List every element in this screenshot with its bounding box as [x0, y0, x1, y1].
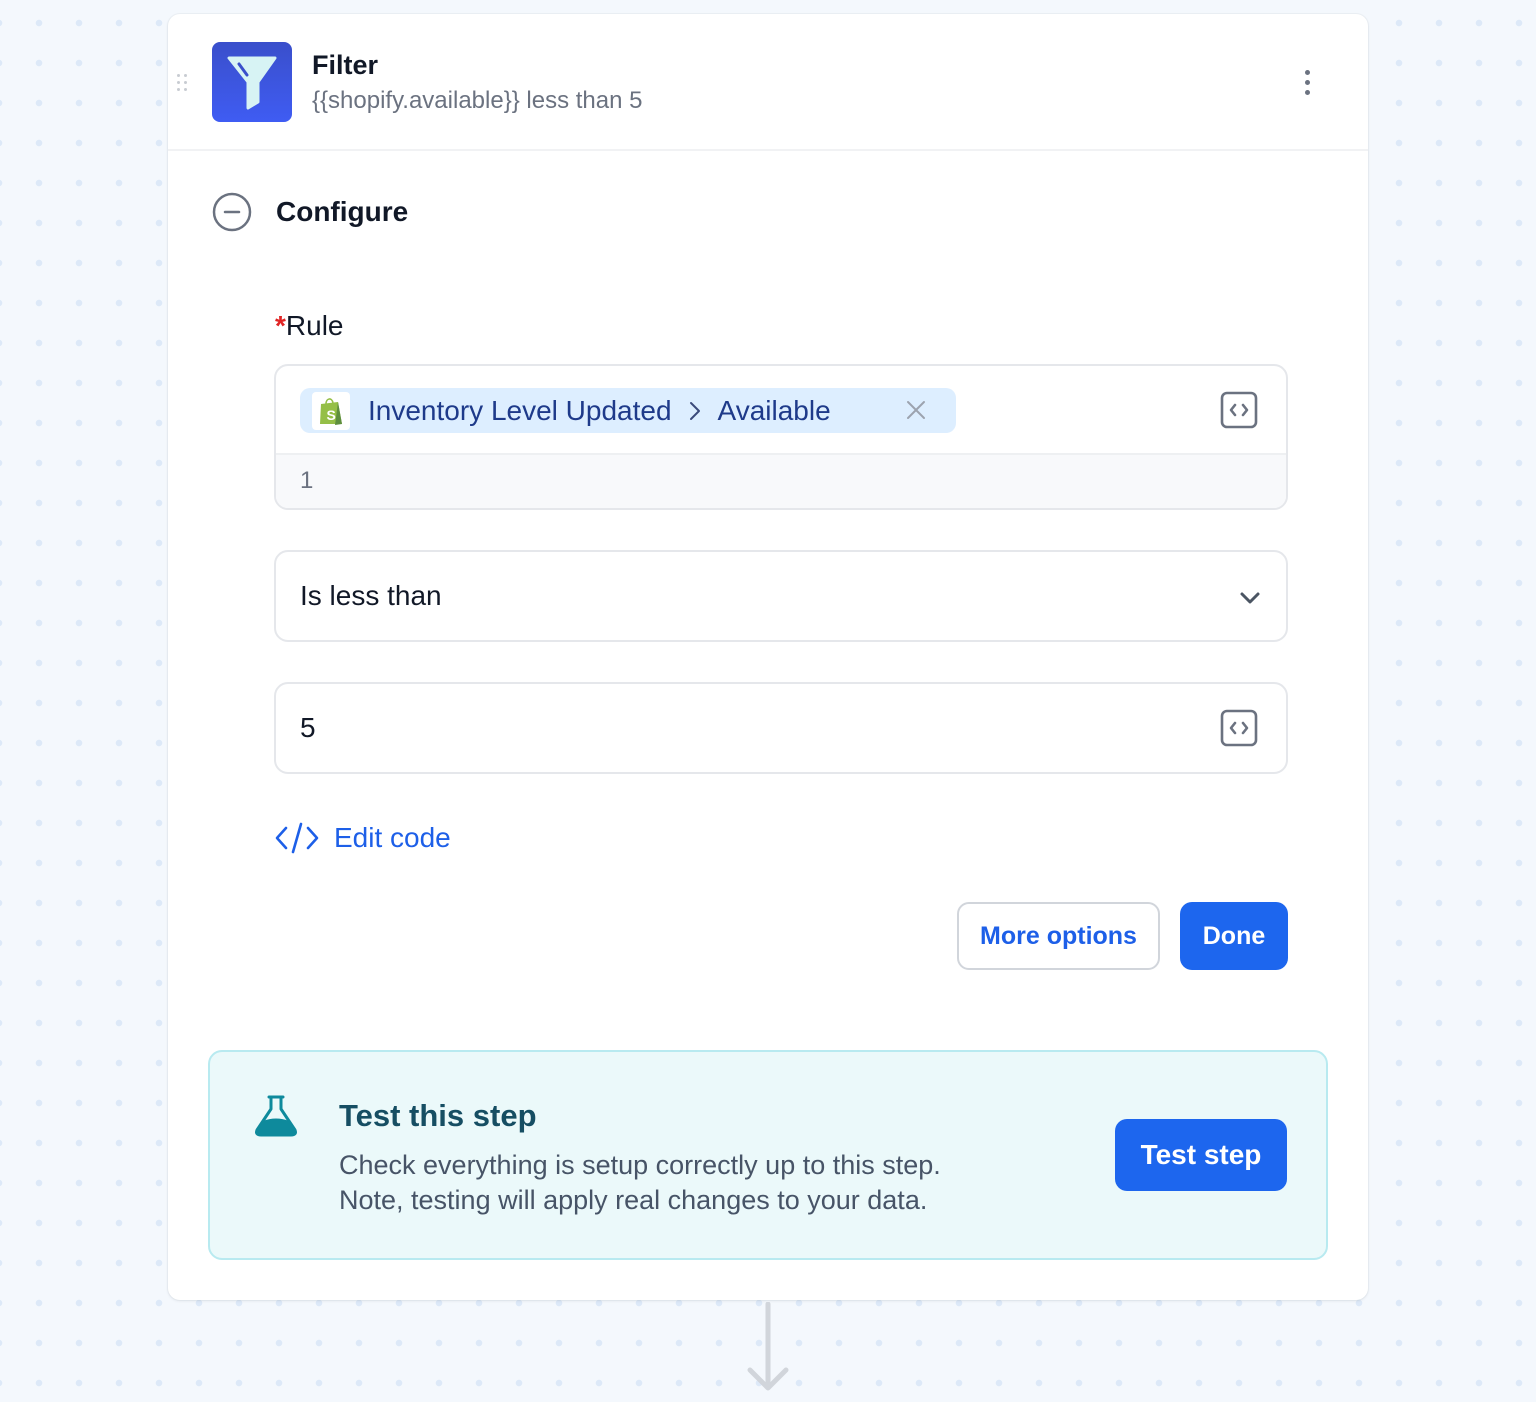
svg-text:S: S — [327, 407, 336, 423]
step-summary: {{shopify.available}} less than 5 — [312, 87, 643, 114]
done-button[interactable]: Done — [1180, 902, 1288, 970]
flask-icon — [255, 1095, 297, 1137]
compare-value: 5 — [300, 712, 316, 743]
test-step-button[interactable]: Test step — [1115, 1119, 1287, 1191]
filter-funnel-icon — [227, 56, 277, 110]
shopify-bag-icon: S — [312, 391, 350, 430]
remove-variable-close-icon[interactable] — [904, 398, 928, 422]
operator-selected: Is less than — [300, 580, 442, 611]
code-toggle-icon[interactable] — [1220, 709, 1258, 747]
flow-connector-arrow-icon — [747, 1302, 789, 1391]
rule-preview-value: 1 — [276, 455, 1286, 508]
more-menu-icon[interactable] — [1292, 64, 1322, 100]
chevron-down-icon — [1240, 592, 1260, 604]
filter-app-icon — [212, 42, 292, 122]
pill-field: Available — [717, 394, 831, 426]
code-brackets-icon — [275, 822, 319, 854]
edit-code-label: Edit code — [334, 822, 451, 853]
step-header[interactable]: Filter {{shopify.available}} less than 5 — [168, 14, 1368, 151]
drag-handle-icon[interactable] — [177, 74, 191, 92]
rule-label: *Rule — [275, 310, 344, 341]
test-description: Check everything is setup correctly up t… — [339, 1150, 941, 1215]
operator-select[interactable]: Is less than — [274, 550, 1288, 642]
pill-source: Inventory Level Updated — [368, 394, 672, 426]
required-marker: * — [275, 310, 286, 341]
compare-value-input[interactable]: 5 — [274, 682, 1288, 774]
collapse-minus-icon — [212, 192, 252, 232]
rule-input[interactable]: S Inventory Level Updated Available 1 — [274, 364, 1288, 510]
configure-heading: Configure — [276, 196, 409, 227]
chevron-right-icon — [689, 401, 700, 420]
edit-code-link[interactable]: Edit code — [274, 820, 451, 856]
step-title: Filter — [312, 50, 379, 80]
filter-step-card: Filter {{shopify.available}} less than 5… — [168, 14, 1368, 1300]
test-step-panel: Test this step Check everything is setup… — [208, 1050, 1328, 1260]
configure-toggle[interactable]: Configure — [212, 192, 408, 232]
variable-pill[interactable]: S Inventory Level Updated Available — [300, 388, 956, 433]
test-title: Test this step — [339, 1098, 537, 1133]
code-toggle-icon[interactable] — [1220, 391, 1258, 429]
more-options-button[interactable]: More options — [957, 902, 1160, 970]
